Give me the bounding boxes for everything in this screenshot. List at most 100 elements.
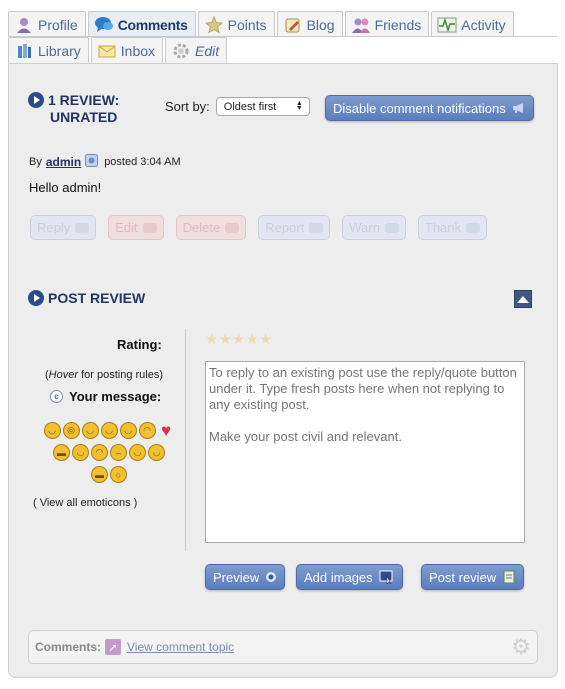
post-actions: Reply Edit Delete Report Warn Thank <box>30 215 499 240</box>
post-review-button[interactable]: Post review <box>421 564 525 590</box>
tab-points[interactable]: Points <box>197 11 275 37</box>
tab-label: Profile <box>38 16 78 33</box>
tab-friends[interactable]: Friends <box>344 11 430 37</box>
tab-profile[interactable]: Profile <box>8 11 86 37</box>
tab-library[interactable]: Library <box>8 37 89 63</box>
sort-select[interactable]: Oldest first ▲ ▼ <box>215 97 310 116</box>
profile-icon <box>14 16 34 34</box>
add-images-button[interactable]: Add images <box>296 564 403 590</box>
comments-label: Comments: <box>35 640 102 654</box>
reply-button[interactable]: Reply <box>30 215 97 240</box>
star-icon[interactable]: ★ <box>245 332 258 347</box>
comments-panel: 1 REVIEW: UNRATED Sort by: Oldest first … <box>8 63 558 678</box>
surprised-emoticon-icon[interactable]: ○ <box>110 466 127 483</box>
rating-label: Rating: <box>117 337 162 352</box>
star-icon[interactable]: ★ <box>232 332 245 347</box>
preview-eye-icon <box>265 571 277 583</box>
tab-label: Activity <box>461 16 506 33</box>
wink-emoticon-icon[interactable]: ◡ <box>119 422 137 439</box>
arrow-circle-icon <box>28 92 44 108</box>
tab-label: Inbox <box>120 42 156 59</box>
warning-icon <box>384 222 399 233</box>
author-link[interactable]: admin <box>46 155 81 169</box>
thank-button[interactable]: Thank <box>417 215 487 240</box>
post-review-title: POST REVIEW <box>48 290 146 306</box>
disable-notifications-button[interactable]: Disable comment notifications <box>325 95 534 121</box>
megaphone-icon <box>512 102 526 114</box>
tab-label: Points <box>227 16 267 33</box>
shades-emoticon-icon[interactable]: ▬ <box>91 466 108 483</box>
compose-icon: c <box>50 390 63 403</box>
tab-label: Library <box>38 42 81 59</box>
button-label: Reply <box>37 220 71 235</box>
tongue-emoticon-icon[interactable]: ◡ <box>129 444 146 461</box>
post-body: Hello admin! <box>29 180 102 195</box>
gear-icon[interactable]: ⚙ <box>510 636 532 658</box>
tab-row-primary: Profile Comments Points Blog Friends Act… <box>8 11 516 37</box>
tab-label: Comments <box>117 16 188 33</box>
sort-control: Sort by: Oldest first ▲ ▼ <box>165 97 310 116</box>
preview-button[interactable]: Preview <box>205 564 286 590</box>
bigsmile-emoticon-icon[interactable]: ◡ <box>72 444 89 461</box>
arrow-circle-icon <box>28 290 44 306</box>
star-icon[interactable]: ★ <box>218 332 231 347</box>
delete-button[interactable]: Delete <box>175 215 247 240</box>
button-label: Edit <box>115 220 138 235</box>
sort-value: Oldest first <box>223 100 277 113</box>
posting-rules-hint[interactable]: (Hover for posting rules) <box>45 369 163 381</box>
activity-icon <box>437 16 457 34</box>
view-all-emoticons-link[interactable]: ( View all emoticons ) <box>33 497 137 509</box>
button-label: Delete <box>182 220 221 235</box>
select-arrows-icon: ▲ ▼ <box>295 100 303 112</box>
emoticon-grid: ◡ ◎ ◡ ◡ ◡ ◠ ♥ ▬ ◡ ◠ – ◡ ◡ ▬ ○ <box>39 421 179 488</box>
your-message-label: c Your message: <box>50 389 161 404</box>
library-icon <box>14 42 34 60</box>
share-arrow-icon: ➚ <box>105 639 122 655</box>
button-label: Disable comment notifications <box>333 100 506 116</box>
star-icon[interactable]: ★ <box>205 332 218 347</box>
sad-emoticon-icon[interactable]: ◠ <box>138 422 156 439</box>
button-label: Thank <box>424 220 461 235</box>
post-byline: By admin posted 3:04 AM <box>29 154 181 170</box>
rating-stars[interactable]: ★ ★ ★ ★ ★ <box>205 332 272 347</box>
tab-edit[interactable]: Edit <box>165 37 228 63</box>
cool-emoticon-icon[interactable]: ▬ <box>53 444 70 461</box>
view-comment-topic-link[interactable]: View comment topic <box>127 640 234 654</box>
flag-icon <box>309 222 324 233</box>
collapse-button[interactable] <box>514 290 532 308</box>
silly-emoticon-icon[interactable]: ◡ <box>148 444 165 461</box>
laugh-emoticon-icon[interactable]: ◡ <box>100 422 118 439</box>
hover-word: Hover <box>48 369 79 381</box>
edit-button[interactable]: Edit <box>108 215 164 240</box>
tab-comments[interactable]: Comments <box>87 11 196 37</box>
your-message-text: Your message: <box>69 389 162 404</box>
tab-blog[interactable]: Blog <box>276 11 343 37</box>
by-text: By <box>29 156 42 168</box>
smile-emoticon-icon[interactable]: ◡ <box>43 422 61 439</box>
button-label: Add images <box>304 569 373 585</box>
tab-activity[interactable]: Activity <box>431 11 514 37</box>
post-note-icon <box>502 570 516 584</box>
hover-rest: for posting rules) <box>78 369 163 381</box>
tab-inbox[interactable]: Inbox <box>90 37 164 63</box>
tab-row-secondary: Library Inbox Edit <box>8 37 229 63</box>
review-rating: UNRATED <box>49 109 118 125</box>
report-button[interactable]: Report <box>258 215 331 240</box>
button-label: Report <box>265 220 305 235</box>
tab-label: Blog <box>306 16 335 33</box>
tab-label: Edit <box>195 42 220 59</box>
neutral-emoticon-icon[interactable]: – <box>110 444 127 461</box>
grin-emoticon-icon[interactable]: ◡ <box>81 422 99 439</box>
message-textarea[interactable] <box>205 361 525 543</box>
gear-icon <box>171 42 191 60</box>
nerd-emoticon-icon[interactable]: ◎ <box>62 422 80 439</box>
frown-emoticon-icon[interactable]: ◠ <box>91 444 108 461</box>
reply-icon <box>75 222 90 233</box>
star-icon[interactable]: ★ <box>259 332 272 347</box>
thanks-icon <box>465 222 480 233</box>
review-heading: 1 REVIEW: UNRATED <box>28 92 119 126</box>
warn-button[interactable]: Warn <box>342 215 406 240</box>
post-review-heading: POST REVIEW <box>28 290 145 306</box>
inbox-icon <box>97 42 117 60</box>
heart-emoticon-icon[interactable]: ♥ <box>158 421 175 440</box>
